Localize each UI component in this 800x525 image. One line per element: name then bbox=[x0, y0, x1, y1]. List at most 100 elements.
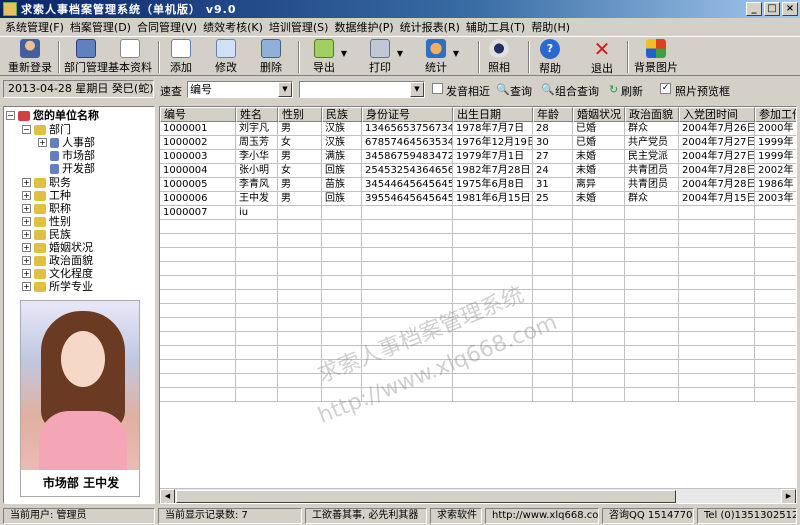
empty-cell[interactable] bbox=[679, 234, 755, 248]
empty-cell[interactable] bbox=[679, 346, 755, 360]
empty-cell[interactable] bbox=[573, 262, 625, 276]
column-header[interactable]: 婚姻状况 bbox=[573, 107, 625, 122]
empty-cell[interactable] bbox=[755, 388, 796, 402]
empty-cell[interactable] bbox=[236, 304, 278, 318]
empty-cell[interactable] bbox=[160, 346, 236, 360]
empty-cell[interactable] bbox=[755, 318, 796, 332]
empty-cell[interactable] bbox=[573, 304, 625, 318]
empty-cell[interactable] bbox=[362, 276, 453, 290]
table-cell[interactable]: 女 bbox=[278, 164, 322, 178]
close-button[interactable]: × bbox=[782, 2, 798, 16]
menu-help[interactable]: 帮助(H) bbox=[528, 19, 573, 35]
table-cell[interactable]: 395546456456452 bbox=[362, 192, 453, 206]
empty-cell[interactable] bbox=[160, 220, 236, 234]
empty-cell[interactable] bbox=[573, 360, 625, 374]
empty-cell[interactable] bbox=[160, 234, 236, 248]
table-cell[interactable] bbox=[533, 206, 573, 220]
column-header[interactable]: 年龄 bbox=[533, 107, 573, 122]
help-button[interactable]: ? 帮助 bbox=[539, 39, 561, 75]
empty-cell[interactable] bbox=[533, 234, 573, 248]
empty-cell[interactable] bbox=[533, 304, 573, 318]
print-button[interactable]: 打印 ▼ bbox=[369, 39, 403, 75]
empty-cell[interactable] bbox=[755, 248, 796, 262]
table-cell[interactable]: 1999年 bbox=[755, 136, 796, 150]
table-cell[interactable]: 1000003 bbox=[160, 150, 236, 164]
empty-cell[interactable] bbox=[453, 360, 533, 374]
expand-icon[interactable]: + bbox=[22, 269, 31, 278]
empty-cell[interactable] bbox=[679, 248, 755, 262]
expand-icon[interactable]: + bbox=[22, 230, 31, 239]
table-cell[interactable]: 张小明 bbox=[236, 164, 278, 178]
table-cell[interactable]: 28 bbox=[533, 122, 573, 136]
empty-cell[interactable] bbox=[533, 374, 573, 388]
menu-contract[interactable]: 合同管理(V) bbox=[134, 19, 200, 35]
empty-cell[interactable] bbox=[322, 290, 362, 304]
empty-cell[interactable] bbox=[453, 304, 533, 318]
table-cell[interactable]: 汉族 bbox=[322, 122, 362, 136]
empty-cell[interactable] bbox=[278, 304, 322, 318]
empty-cell[interactable] bbox=[322, 304, 362, 318]
scroll-right-icon[interactable]: ▶ bbox=[781, 489, 796, 503]
empty-cell[interactable] bbox=[679, 388, 755, 402]
empty-cell[interactable] bbox=[679, 318, 755, 332]
empty-cell[interactable] bbox=[236, 248, 278, 262]
table-cell[interactable]: 女 bbox=[278, 136, 322, 150]
empty-cell[interactable] bbox=[160, 332, 236, 346]
edit-button[interactable]: 修改 bbox=[215, 39, 237, 75]
expand-icon[interactable]: + bbox=[22, 217, 31, 226]
empty-cell[interactable] bbox=[278, 262, 322, 276]
table-cell[interactable]: 苗族 bbox=[322, 178, 362, 192]
tree-item-dept[interactable]: − 部门 bbox=[22, 123, 71, 136]
empty-cell[interactable] bbox=[573, 332, 625, 346]
table-cell[interactable]: 2003年 bbox=[755, 192, 796, 206]
empty-cell[interactable] bbox=[160, 248, 236, 262]
table-cell[interactable]: 2004年7月28日 bbox=[679, 164, 755, 178]
menu-performance[interactable]: 绩效考核(K) bbox=[200, 19, 266, 35]
empty-cell[interactable] bbox=[625, 388, 679, 402]
table-cell[interactable]: 254532543646562 bbox=[362, 164, 453, 178]
table-cell[interactable] bbox=[278, 206, 322, 220]
empty-cell[interactable] bbox=[236, 346, 278, 360]
expand-icon[interactable]: + bbox=[22, 256, 31, 265]
empty-cell[interactable] bbox=[625, 220, 679, 234]
empty-cell[interactable] bbox=[362, 234, 453, 248]
menu-tools[interactable]: 辅助工具(T) bbox=[463, 19, 528, 35]
empty-cell[interactable] bbox=[755, 332, 796, 346]
empty-cell[interactable] bbox=[322, 388, 362, 402]
expand-icon[interactable]: + bbox=[22, 243, 31, 252]
empty-cell[interactable] bbox=[236, 332, 278, 346]
empty-cell[interactable] bbox=[236, 262, 278, 276]
table-cell[interactable]: 1976年12月19日 bbox=[453, 136, 533, 150]
empty-cell[interactable] bbox=[322, 234, 362, 248]
combo-query-button[interactable]: 组合查询 bbox=[555, 83, 599, 99]
table-cell[interactable]: 周玉芳 bbox=[236, 136, 278, 150]
empty-cell[interactable] bbox=[362, 374, 453, 388]
value-select-dropdown-icon[interactable]: ▼ bbox=[410, 82, 424, 97]
table-cell[interactable]: 24 bbox=[533, 164, 573, 178]
table-cell[interactable]: 345446456456456 bbox=[362, 178, 453, 192]
empty-cell[interactable] bbox=[160, 276, 236, 290]
relogin-button[interactable]: 重新登录 bbox=[8, 39, 52, 75]
table-cell[interactable]: 离异 bbox=[573, 178, 625, 192]
column-header[interactable]: 出生日期 bbox=[453, 107, 533, 122]
empty-cell[interactable] bbox=[322, 374, 362, 388]
empty-cell[interactable] bbox=[679, 290, 755, 304]
empty-cell[interactable] bbox=[453, 318, 533, 332]
table-cell[interactable]: 1975年6月8日 bbox=[453, 178, 533, 192]
empty-cell[interactable] bbox=[533, 360, 573, 374]
table-cell[interactable]: 27 bbox=[533, 150, 573, 164]
table-cell[interactable]: 男 bbox=[278, 192, 322, 206]
table-cell[interactable]: 1979年7月1日 bbox=[453, 150, 533, 164]
table-cell[interactable]: 1000001 bbox=[160, 122, 236, 136]
empty-cell[interactable] bbox=[755, 290, 796, 304]
column-header[interactable]: 性别 bbox=[278, 107, 322, 122]
table-cell[interactable]: 共青团员 bbox=[625, 178, 679, 192]
menu-reports[interactable]: 统计报表(R) bbox=[397, 19, 463, 35]
empty-cell[interactable] bbox=[362, 290, 453, 304]
empty-cell[interactable] bbox=[679, 262, 755, 276]
table-cell[interactable]: 31 bbox=[533, 178, 573, 192]
empty-cell[interactable] bbox=[160, 374, 236, 388]
tree-item-ethnic[interactable]: + 民族 bbox=[22, 228, 71, 241]
empty-cell[interactable] bbox=[679, 374, 755, 388]
empty-cell[interactable] bbox=[278, 346, 322, 360]
